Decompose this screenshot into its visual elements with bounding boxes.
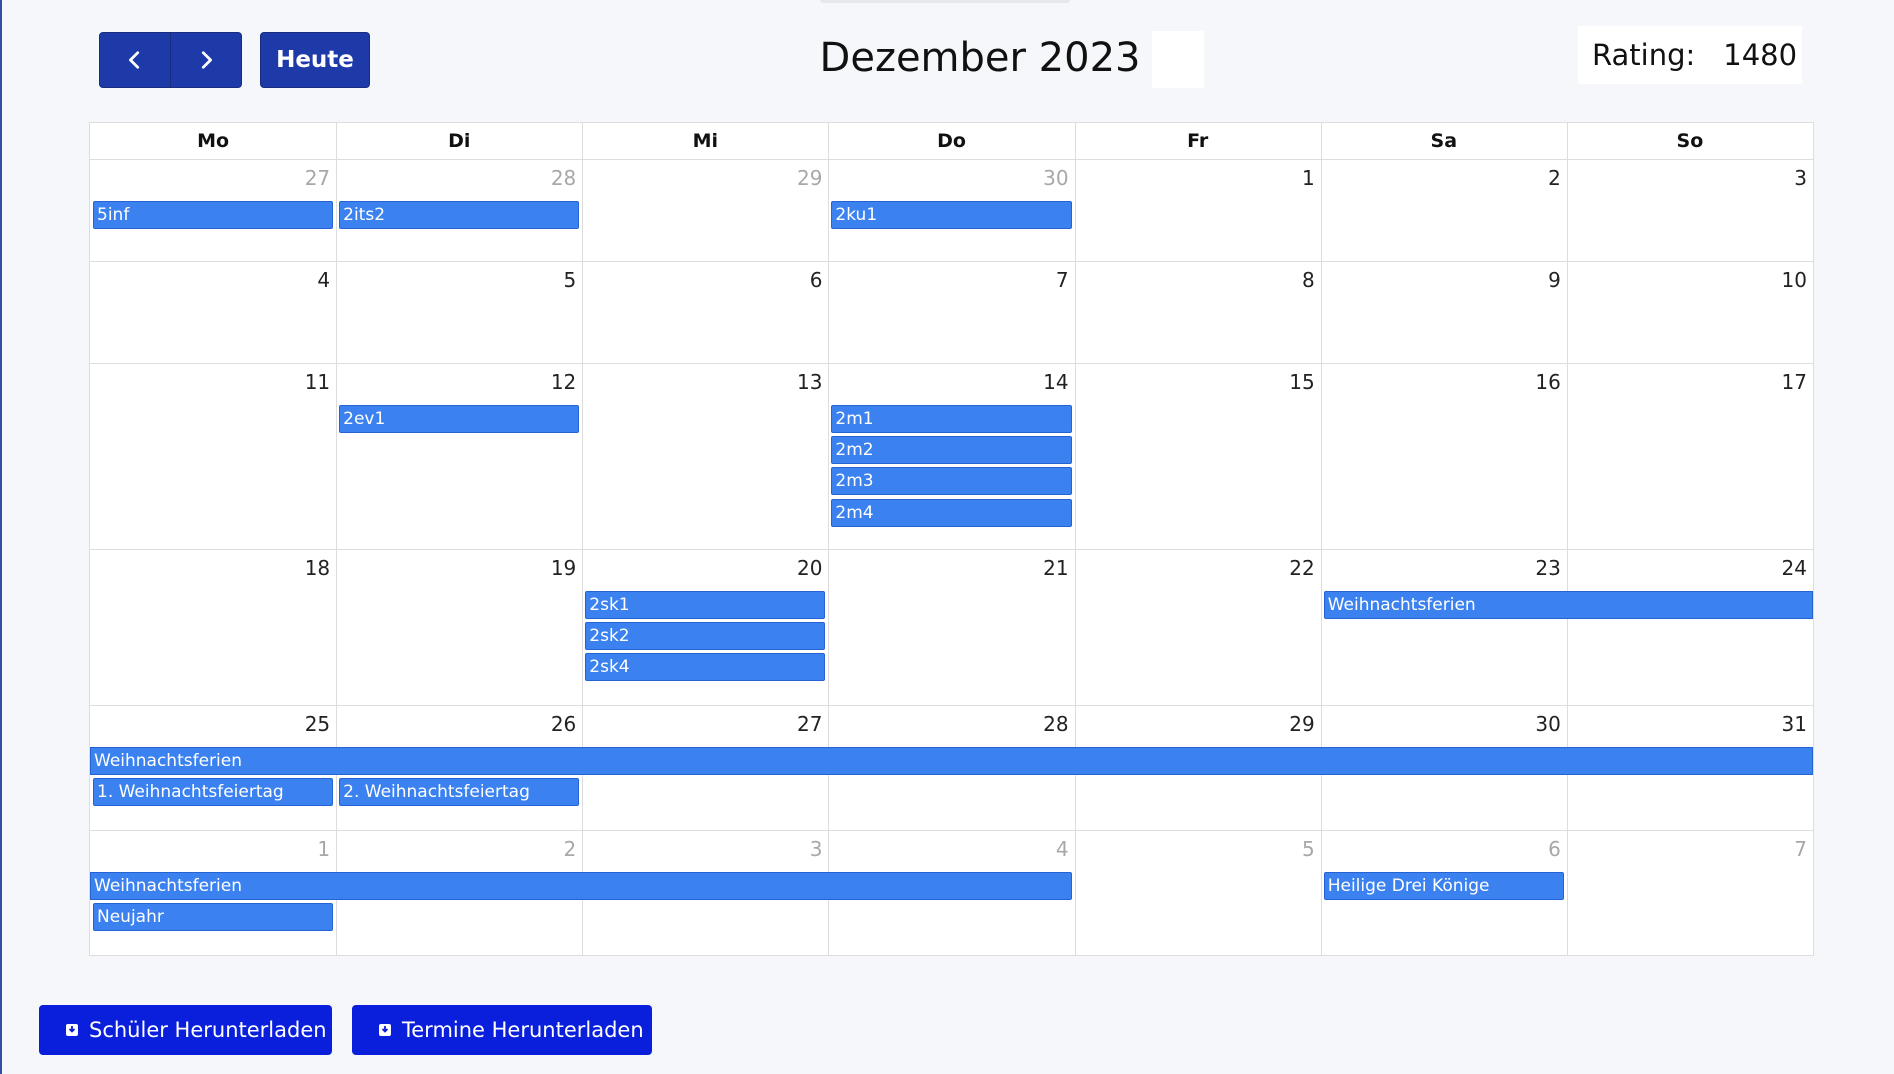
day-number[interactable]: 19: [536, 556, 576, 580]
day-number[interactable]: 9: [1521, 268, 1561, 292]
weekday-header-fr: Fr: [1187, 130, 1209, 152]
day-number[interactable]: 27: [782, 712, 822, 736]
calendar-event[interactable]: 2m4: [831, 498, 1072, 527]
day-number[interactable]: 20: [782, 556, 822, 580]
calendar-event[interactable]: 2m2: [831, 436, 1072, 465]
calendar-event[interactable]: 2sk2: [585, 622, 826, 651]
day-number[interactable]: 14: [1029, 370, 1068, 394]
calendar-event[interactable]: 1. Weihnachtsfeiertag: [93, 778, 334, 807]
day-number[interactable]: 30: [1521, 712, 1560, 736]
calendar-event[interactable]: Heilige Drei Könige: [1323, 872, 1564, 900]
calendar-event[interactable]: Weihnachtsferien: [1323, 591, 1813, 619]
day-number[interactable]: 21: [1029, 556, 1068, 580]
day-number[interactable]: 16: [1521, 370, 1560, 394]
day-number[interactable]: 23: [1521, 556, 1560, 580]
calendar-event[interactable]: Neujahr: [93, 903, 334, 932]
weekday-header-di: Di: [448, 130, 471, 152]
day-number[interactable]: 2: [1521, 166, 1561, 190]
month-calendar: Mo Di Mi Do Fr Sa So 27 28 29 30 1 2 3 5inf 2its2 2ku1 4…: [89, 122, 1814, 956]
rating-value: 1480: [1723, 38, 1798, 72]
day-number[interactable]: 27: [290, 166, 330, 190]
day-number[interactable]: 1: [1275, 166, 1315, 190]
download-appointments-button[interactable]: Termine Herunterladen: [352, 1005, 652, 1055]
weekday-header-sa: Sa: [1430, 130, 1458, 152]
day-number[interactable]: 24: [1767, 556, 1807, 580]
day-number[interactable]: 7: [1029, 268, 1069, 292]
weekday-header-mi: Mi: [692, 130, 719, 152]
weekday-header-mo: Mo: [197, 130, 230, 152]
calendar-event[interactable]: 2ev1: [339, 405, 580, 433]
calendar-event[interactable]: 2sk4: [585, 653, 826, 682]
day-number[interactable]: 7: [1767, 837, 1807, 861]
day-number[interactable]: 22: [1275, 556, 1314, 580]
day-number[interactable]: 6: [782, 268, 823, 292]
day-number[interactable]: 12: [536, 370, 576, 394]
calendar-event[interactable]: 2sk1: [585, 591, 826, 619]
day-number[interactable]: 28: [1029, 712, 1068, 736]
day-number[interactable]: 3: [782, 837, 823, 861]
title-side-box: [1152, 31, 1204, 88]
day-number[interactable]: 25: [290, 712, 330, 736]
nav-button-group: [99, 32, 242, 88]
calendar-event[interactable]: Weihnachtsferien: [90, 872, 1072, 900]
calendar-event[interactable]: 5inf: [93, 201, 334, 229]
calendar-event[interactable]: 2ku1: [831, 201, 1072, 229]
day-number[interactable]: 28: [536, 166, 576, 190]
day-number[interactable]: 4: [1029, 837, 1069, 861]
day-number[interactable]: 5: [1275, 837, 1315, 861]
rating-label: Rating:: [1592, 38, 1696, 72]
day-number[interactable]: 17: [1767, 370, 1807, 394]
calendar-event[interactable]: Weihnachtsferien: [90, 747, 1813, 775]
day-number[interactable]: 31: [1767, 712, 1807, 736]
next-month-button[interactable]: [170, 33, 241, 87]
day-number[interactable]: 1: [290, 837, 330, 861]
download-students-button[interactable]: Schüler Herunterladen: [39, 1005, 332, 1055]
download-icon: [65, 1023, 79, 1037]
day-number[interactable]: 15: [1275, 370, 1314, 394]
day-number[interactable]: 4: [290, 268, 330, 292]
calendar-event[interactable]: 2its2: [339, 201, 580, 229]
chevron-right-icon: [201, 51, 212, 69]
day-number[interactable]: 30: [1029, 166, 1068, 190]
day-number[interactable]: 18: [290, 556, 330, 580]
day-number[interactable]: 29: [1275, 712, 1314, 736]
download-students-label: Schüler Herunterladen: [89, 1018, 327, 1042]
day-number[interactable]: 6: [1521, 837, 1561, 861]
rating-box: Rating: 1480: [1578, 26, 1802, 84]
day-number[interactable]: 13: [782, 370, 822, 394]
calendar-event[interactable]: 2. Weihnachtsfeiertag: [339, 778, 580, 807]
day-number[interactable]: 11: [290, 370, 330, 394]
day-number[interactable]: 3: [1767, 166, 1807, 190]
prev-month-button[interactable]: [100, 33, 170, 87]
chevron-left-icon: [129, 51, 140, 69]
day-number[interactable]: 5: [536, 268, 577, 292]
weekday-header-do: Do: [937, 130, 966, 152]
today-button[interactable]: Heute: [260, 32, 370, 88]
day-number[interactable]: 26: [536, 712, 576, 736]
calendar-event[interactable]: 2m1: [831, 405, 1072, 433]
weekday-header-so: So: [1676, 130, 1704, 152]
calendar-event[interactable]: 2m3: [831, 467, 1072, 496]
calendar-title: Dezember 2023: [819, 35, 1141, 81]
weekday-header: Mo Di Mi Do Fr Sa So: [90, 123, 1813, 160]
day-number[interactable]: 2: [536, 837, 577, 861]
download-icon: [378, 1023, 392, 1037]
day-number[interactable]: 10: [1767, 268, 1807, 292]
page-left-border: [0, 0, 2, 1074]
day-number[interactable]: 29: [782, 166, 822, 190]
day-number[interactable]: 8: [1275, 268, 1315, 292]
download-appointments-label: Termine Herunterladen: [402, 1018, 644, 1042]
top-edge-element: [820, 0, 1070, 3]
